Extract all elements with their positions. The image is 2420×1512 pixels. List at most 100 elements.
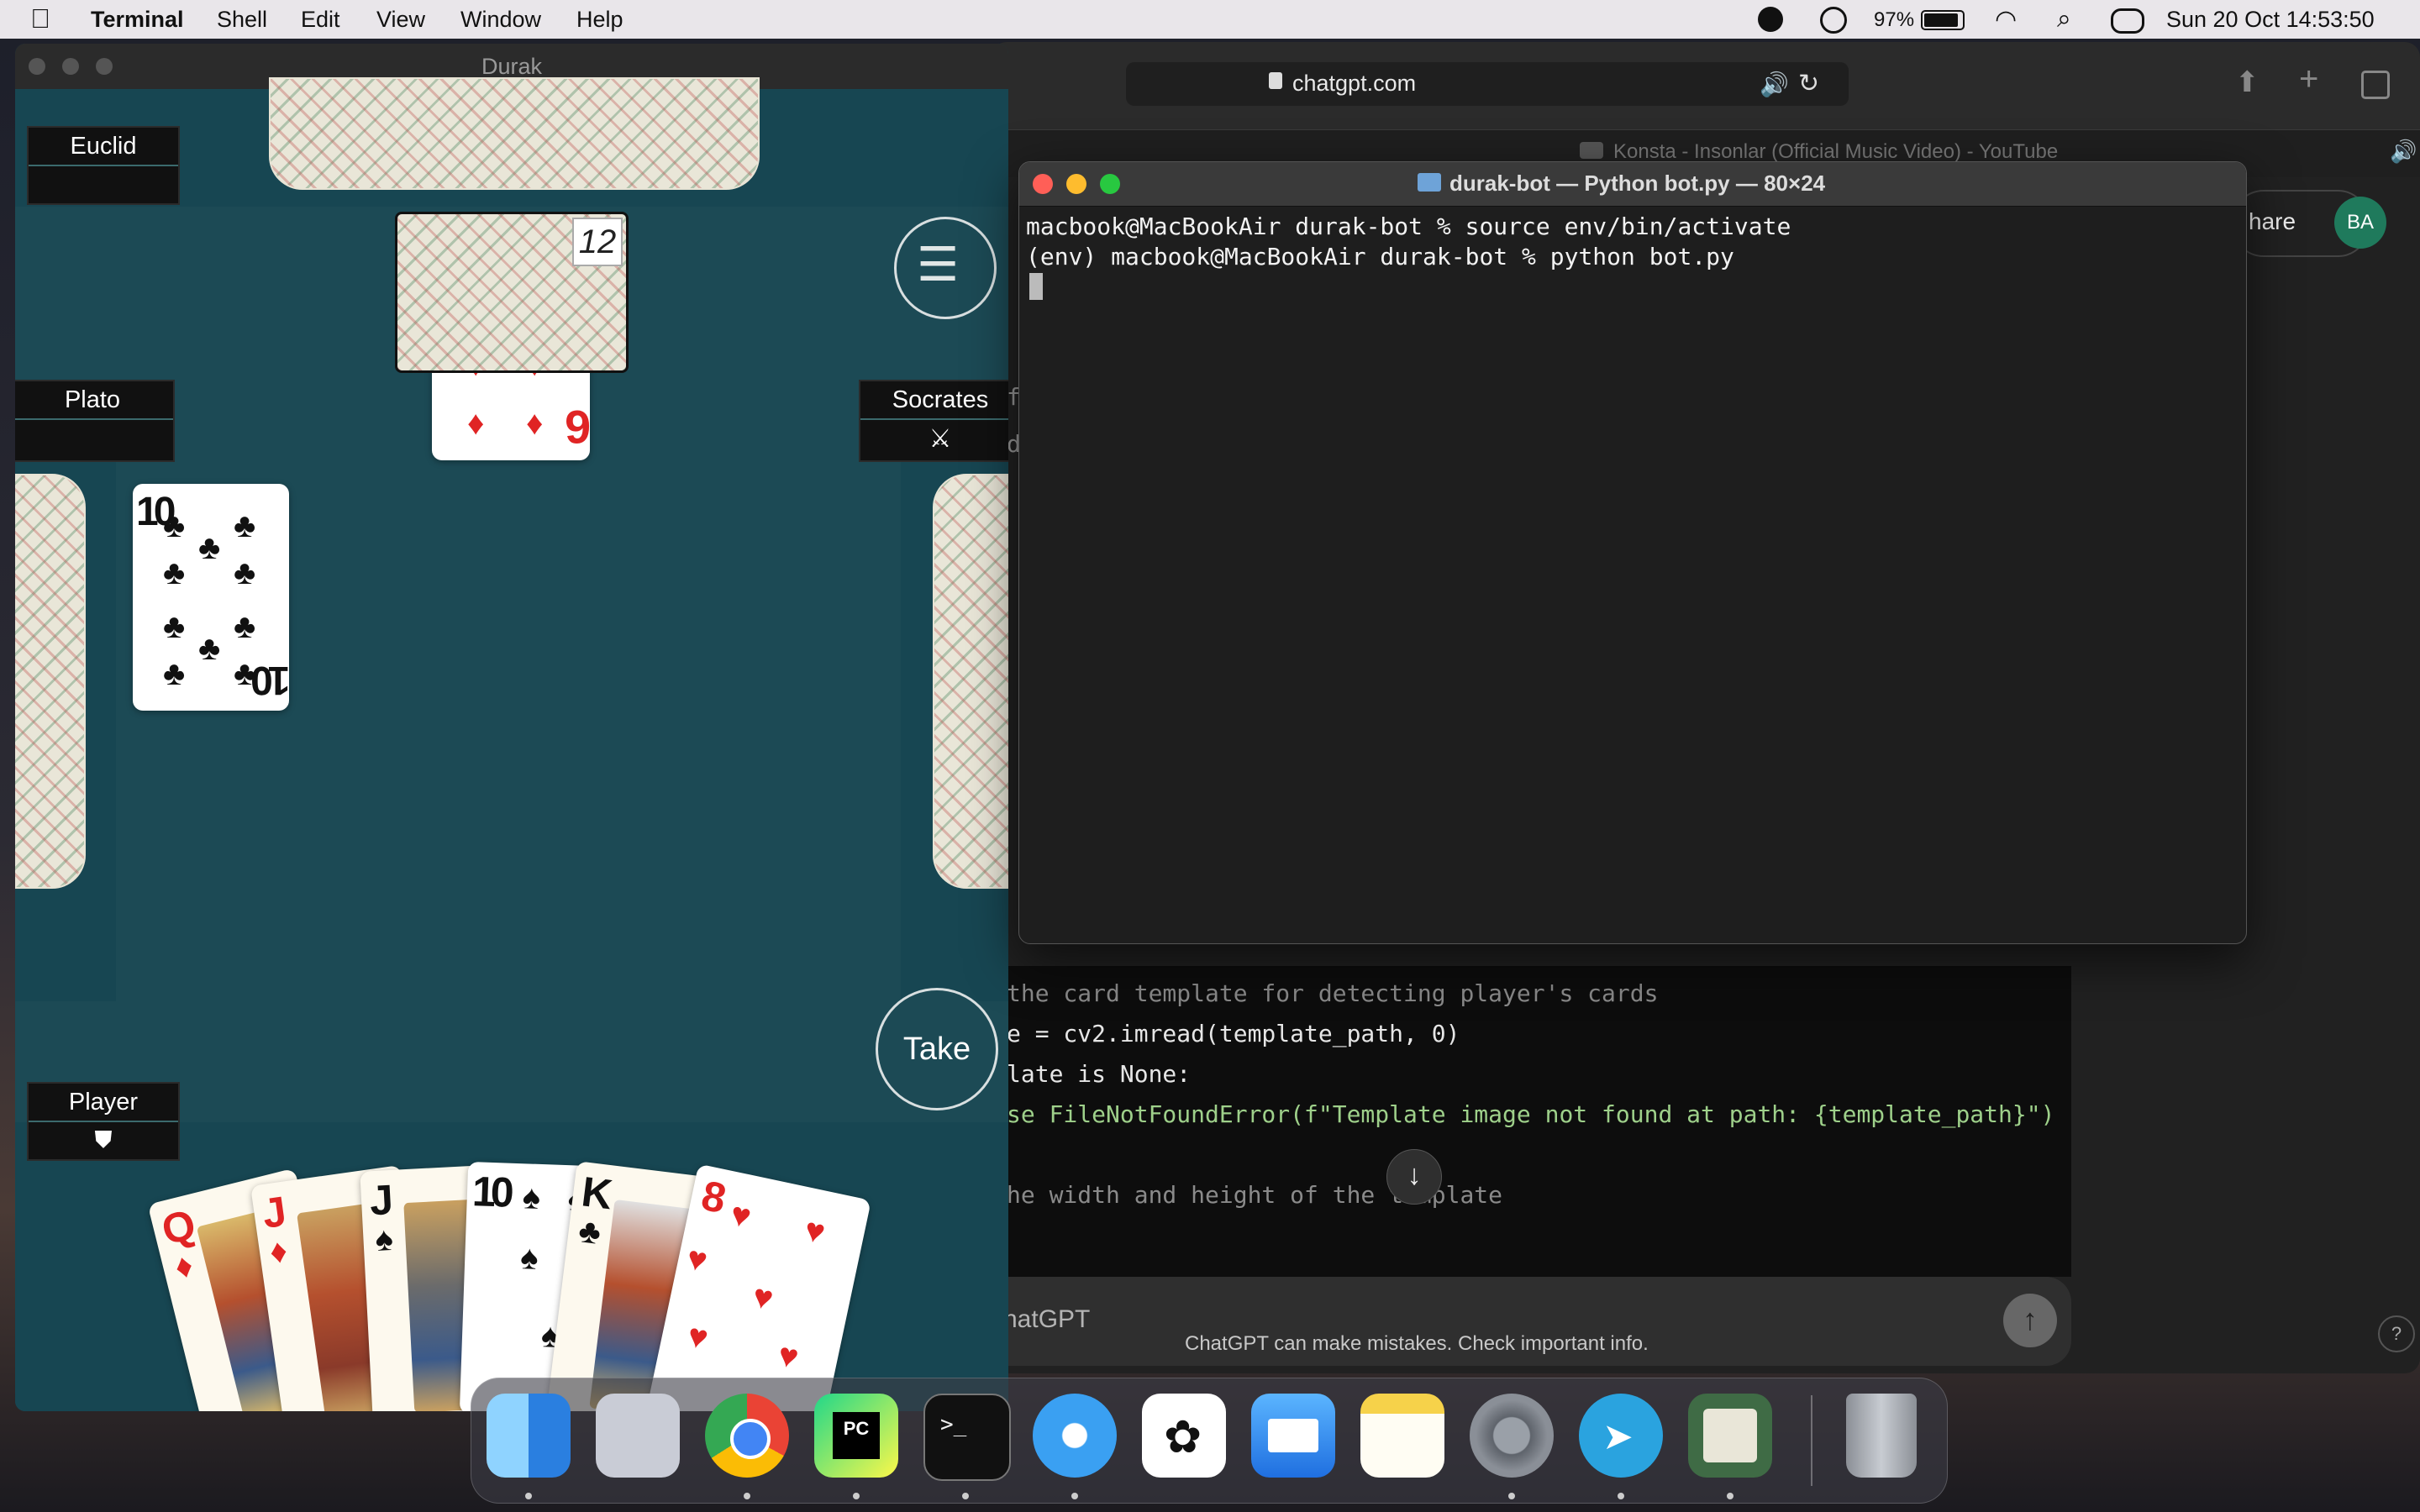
code-line: e = cv2.imread(template_path, 0) <box>1007 1020 1460 1047</box>
deck: 12 <box>395 212 629 373</box>
avatar[interactable]: BA <box>2334 197 2386 249</box>
minimize-icon[interactable] <box>1066 174 1086 194</box>
hand-card-rank: J <box>368 1175 395 1225</box>
minimize-icon[interactable] <box>62 58 79 75</box>
hand-card-rank: Q <box>156 1200 201 1254</box>
player-name-socrates: Socrates <box>860 381 1008 420</box>
nameplate-socrates: Socrates ⚔ <box>859 380 1008 462</box>
finder-icon[interactable] <box>487 1394 571 1478</box>
search-icon[interactable]: ⌕ <box>2057 5 2071 34</box>
table-card-suit: ♣ <box>234 554 256 591</box>
terminal-line: macbook@MacBookAir durak-bot % source en… <box>1026 213 1791 240</box>
plato-hand <box>15 474 86 889</box>
dock-running-dot <box>853 1493 860 1499</box>
zoom-icon[interactable] <box>1100 174 1120 194</box>
menu-app-name[interactable]: Terminal <box>91 7 184 33</box>
dock-running-dot <box>744 1493 750 1499</box>
menu-shell[interactable]: Shell <box>217 7 267 33</box>
chrome-icon[interactable] <box>705 1394 789 1478</box>
attack-swords-icon: ⚔ <box>929 425 952 453</box>
prompt-placeholder: hatGPT <box>1003 1305 1091 1333</box>
dock-running-dot <box>1618 1493 1624 1499</box>
safari-icon[interactable] <box>1033 1394 1117 1478</box>
hand-card-rank: K <box>579 1168 615 1219</box>
telegram-icon[interactable]: ➤ <box>1579 1394 1663 1478</box>
dock-running-dot <box>1727 1493 1733 1499</box>
play-icon[interactable] <box>1820 7 1847 34</box>
hand-card-suit: ♥ <box>684 1316 712 1357</box>
send-icon[interactable]: ↑ <box>2003 1294 2057 1347</box>
audio-icon[interactable]: 🔊 <box>1760 71 1789 98</box>
terminal-cursor[interactable] <box>1029 273 1043 300</box>
new-tab-icon[interactable]: + <box>2299 60 2318 98</box>
apple-icon[interactable]:  <box>30 3 50 34</box>
durak-title: Durak <box>481 54 543 79</box>
nameplate-plato: Plato <box>15 380 175 462</box>
table-card-suit: ♣ <box>163 608 186 645</box>
hand-card-suit: ♠ <box>519 1239 539 1277</box>
hand-card-rank: J <box>259 1187 290 1237</box>
zoom-icon[interactable] <box>96 58 113 75</box>
location-icon[interactable] <box>1758 7 1783 32</box>
lock-icon <box>1269 72 1282 89</box>
address-bar[interactable]: chatgpt.com 🔊 ↻ <box>1126 62 1849 106</box>
disclaimer: ChatGPT can make mistakes. Check importa… <box>1185 1332 1649 1355</box>
share-label: hare <box>2249 208 2296 234</box>
hand-card-suit: ♠ <box>522 1179 541 1216</box>
reload-icon[interactable]: ↻ <box>1798 69 1819 98</box>
table-card[interactable]: 10 ♣ ♣ ♣ ♣ ♣ ♣ ♣ ♣ ♣ ♣ 10 <box>133 484 289 711</box>
trash-icon[interactable] <box>1846 1394 1917 1478</box>
dock-running-dot <box>1071 1493 1078 1499</box>
list-icon: ☰ <box>917 238 960 291</box>
clock[interactable]: Sun 20 Oct 14:53:50 <box>2166 7 2375 33</box>
url-text[interactable]: chatgpt.com <box>1292 71 1416 97</box>
pycharm-icon[interactable]: PC <box>814 1394 898 1478</box>
mail-icon[interactable] <box>1251 1394 1335 1478</box>
tab-audio-icon[interactable]: 🔊 <box>2390 139 2417 165</box>
chatgpt-icon[interactable]: ✿ <box>1142 1394 1226 1478</box>
terminal-title: durak-bot — Python bot.py — 80×24 <box>1449 171 1826 196</box>
durak-app-icon[interactable] <box>1688 1394 1772 1478</box>
hand-card-suit: ♣ <box>576 1212 603 1252</box>
launchpad-icon[interactable] <box>596 1394 680 1478</box>
close-icon[interactable] <box>29 58 45 75</box>
battery-icon[interactable] <box>1921 10 1965 30</box>
code-line: se FileNotFoundError(f"Template image no… <box>1007 1100 2055 1128</box>
hand-card-suit: ♥ <box>683 1239 711 1280</box>
terminal-icon[interactable]: >_ <box>923 1394 1011 1481</box>
youtube-favicon <box>1580 142 1603 159</box>
share-icon[interactable]: ⬆ <box>2235 66 2260 99</box>
trump-rank: 6 <box>565 401 590 454</box>
notes-icon[interactable] <box>1360 1394 1444 1478</box>
help-icon[interactable]: ? <box>2378 1315 2415 1352</box>
euclid-hand <box>269 77 760 190</box>
socrates-hand <box>933 474 1008 889</box>
hand-card-suit: ♥ <box>774 1336 802 1377</box>
menu-window[interactable]: Window <box>460 7 541 33</box>
menu-bar:  Terminal Shell Edit View Window Help 9… <box>0 0 2420 39</box>
game-menu-button[interactable]: ☰ <box>894 217 997 319</box>
table-card-rank: 10 <box>255 658 289 702</box>
take-button[interactable]: Take <box>876 988 998 1110</box>
player-name-euclid: Euclid <box>29 128 178 166</box>
wifi-icon[interactable]: ◠ <box>1995 5 2017 34</box>
menu-edit[interactable]: Edit <box>301 7 340 33</box>
close-icon[interactable] <box>1033 174 1053 194</box>
nameplate-player: Player ⛊ <box>27 1082 180 1161</box>
table-card-suit: ♣ <box>163 554 186 591</box>
table-card-suit: ♣ <box>234 507 256 544</box>
menu-help[interactable]: Help <box>576 7 623 33</box>
tab-title[interactable]: Konsta - Insonlar (Official Music Video)… <box>1613 140 2058 164</box>
player-name-player: Player <box>29 1084 178 1122</box>
table-card-suit: ♣ <box>163 507 186 544</box>
tab-overview-icon[interactable] <box>2361 71 2390 99</box>
hand-card-rank: 10 <box>471 1168 510 1216</box>
settings-icon[interactable] <box>1470 1394 1554 1478</box>
battery-percent: 97% <box>1874 8 1915 31</box>
dock-running-dot <box>525 1493 532 1499</box>
control-center-icon[interactable] <box>2111 8 2144 34</box>
folder-icon <box>1418 173 1441 192</box>
scroll-down-icon[interactable]: ↓ <box>1386 1149 1442 1205</box>
menu-view[interactable]: View <box>376 7 425 33</box>
browser-toolbar: chatgpt.com 🔊 ↻ ⬆ + <box>992 42 2420 129</box>
